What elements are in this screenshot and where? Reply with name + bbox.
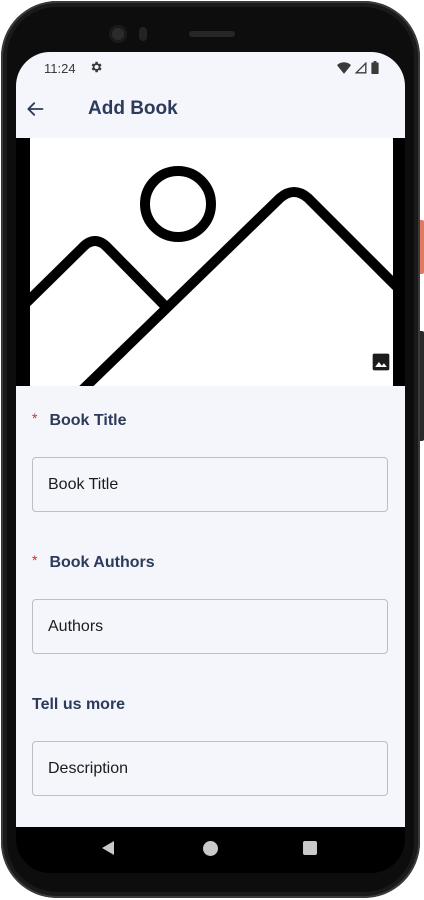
front-camera <box>109 25 127 43</box>
app-screen: 11:24 Add Book * Book Title Book Title *… <box>16 52 405 827</box>
system-nav-bar <box>16 827 405 873</box>
status-time: 11:24 <box>44 61 76 76</box>
description-input[interactable] <box>33 759 387 778</box>
book-authors-input[interactable] <box>33 617 387 636</box>
book-title-label: * Book Title <box>32 410 127 430</box>
nav-back-icon[interactable] <box>102 841 114 855</box>
description-field[interactable] <box>32 741 388 796</box>
wifi-icon <box>337 61 351 74</box>
required-marker: * <box>32 552 38 568</box>
image-icon[interactable] <box>371 352 391 372</box>
app-bar: Add Book <box>16 84 405 138</box>
image-placeholder-icon <box>16 138 405 386</box>
gear-icon <box>89 60 103 77</box>
status-icons <box>337 61 379 74</box>
description-label-text: Tell us more <box>32 696 126 713</box>
book-title-input[interactable] <box>33 475 387 494</box>
power-button <box>420 220 424 274</box>
description-label: Tell us more <box>32 696 125 714</box>
sensor <box>139 27 147 41</box>
nav-recents-icon[interactable] <box>303 841 317 855</box>
nav-home-icon[interactable] <box>203 841 218 856</box>
book-authors-label: * Book Authors <box>32 552 155 572</box>
book-title-label-text: Book Title <box>49 412 127 429</box>
book-authors-field[interactable] <box>32 599 388 654</box>
book-cover-picker[interactable] <box>16 138 405 386</box>
page-title: Add Book <box>88 98 178 119</box>
required-marker: * <box>32 410 38 426</box>
status-bar: 11:24 <box>16 52 405 84</box>
book-title-field[interactable] <box>32 457 388 512</box>
arrow-back-icon <box>27 102 44 116</box>
signal-icon <box>355 61 367 73</box>
battery-icon <box>371 61 379 74</box>
earpiece-speaker <box>189 31 235 37</box>
back-button[interactable] <box>22 96 48 122</box>
volume-button <box>420 331 424 441</box>
book-authors-label-text: Book Authors <box>49 554 155 571</box>
